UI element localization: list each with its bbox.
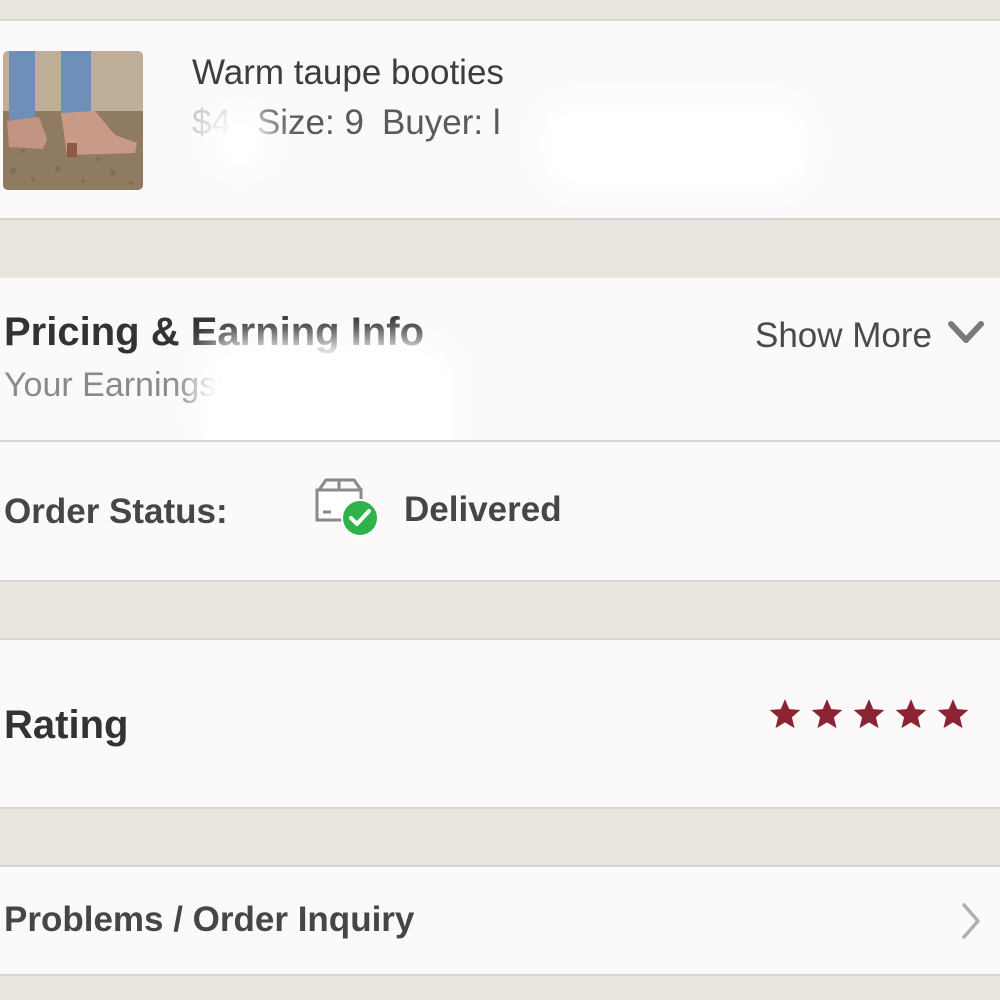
item-title: Warm taupe booties <box>192 53 504 92</box>
divider <box>0 580 1000 582</box>
problems-inquiry-label: Problems / Order Inquiry <box>4 900 415 939</box>
divider <box>0 807 1000 809</box>
star-icon <box>769 699 801 729</box>
order-details-page: Warm taupe booties $4Size: 9Buyer: l Pri… <box>0 0 1000 1000</box>
chevron-down-icon[interactable] <box>948 320 984 346</box>
item-card[interactable]: Warm taupe booties $4Size: 9Buyer: l <box>0 21 1000 218</box>
star-icon <box>895 699 927 729</box>
redaction-blur <box>535 96 815 196</box>
pricing-section[interactable]: Pricing & Earning Info Your Earnings: $ … <box>0 278 1000 478</box>
chevron-right-icon[interactable] <box>960 901 982 941</box>
divider <box>0 218 1000 220</box>
star-icon <box>937 699 969 729</box>
divider <box>0 974 1000 976</box>
order-status-label: Order Status: <box>4 492 228 531</box>
item-buyer: Buyer: l <box>381 103 501 142</box>
show-more-button[interactable]: Show More <box>755 316 932 356</box>
rating-section: Rating <box>0 640 1000 807</box>
redaction-blur <box>205 106 275 176</box>
star-icon <box>853 699 885 729</box>
star-icon <box>811 699 843 729</box>
box-delivered-icon <box>315 478 379 537</box>
problems-inquiry-row[interactable]: Problems / Order Inquiry <box>0 867 1000 974</box>
rating-stars <box>768 697 970 731</box>
order-status-section: Order Status: Delivered <box>0 442 1000 580</box>
item-thumbnail[interactable] <box>3 51 143 190</box>
rating-label: Rating <box>4 703 129 747</box>
order-status-value: Delivered <box>404 490 562 529</box>
